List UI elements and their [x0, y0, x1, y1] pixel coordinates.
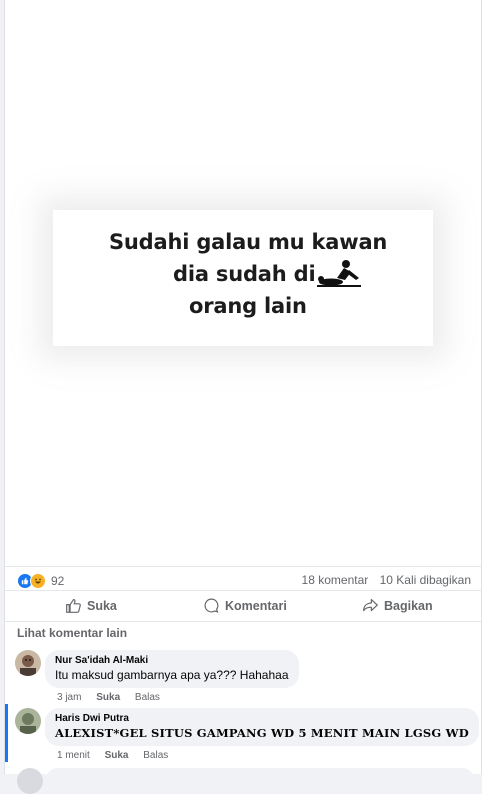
comment-text: ALEXIST*GEL SITUS GAMPANG WD 5 MENIT MAI…	[55, 726, 469, 740]
avatar[interactable]	[15, 650, 41, 676]
massage-emoji-icon	[317, 260, 361, 287]
share-button[interactable]: Bagikan	[362, 597, 433, 614]
comments-count[interactable]: 18 komentar	[302, 573, 369, 587]
comment-bubble: Haris Dwi Putra ALEXIST*GEL SITUS GAMPAN…	[45, 708, 479, 746]
thumbs-up-icon	[66, 598, 81, 613]
shares-count[interactable]: 10 Kali dibagikan	[380, 573, 471, 587]
comment-time[interactable]: 3 jam	[57, 692, 81, 703]
comment-author[interactable]: Haris Dwi Putra	[55, 713, 469, 724]
see-more-comments-link[interactable]: Lihat komentar lain	[17, 626, 127, 640]
comment-reply-button[interactable]: Balas	[143, 750, 168, 761]
comment-meta: 3 jam Suka Balas	[57, 692, 172, 703]
comment-reply-button[interactable]: Balas	[135, 692, 160, 703]
reaction-summary[interactable]: 92	[17, 573, 64, 589]
comment-text: Itu maksud gambarnya apa ya??? Hahahaa	[55, 668, 289, 682]
meme-line-3: orang lain	[189, 294, 307, 318]
meme-line-1: Sudahi galau mu kawan	[109, 230, 388, 254]
new-comment-highlight	[5, 704, 8, 762]
avatar[interactable]	[15, 708, 41, 734]
share-arrow-icon	[363, 598, 378, 612]
comment-meta: 1 menit Suka Balas	[57, 750, 180, 761]
comment-bubble-icon	[204, 598, 219, 613]
like-label: Suka	[87, 598, 117, 613]
meme-graphic: Sudahi galau mu kawan dia sudah di orang…	[53, 210, 433, 346]
avatar[interactable]	[17, 768, 43, 794]
post-stats: 18 komentar 10 Kali dibagikan	[294, 573, 471, 587]
post-image[interactable]: Sudahi galau mu kawan dia sudah di orang…	[5, 0, 481, 567]
comment-button[interactable]: Komentari	[203, 597, 287, 614]
post-action-bar: Suka Komentari Bagikan	[5, 590, 481, 622]
comment-author[interactable]: Nur Sa'idah Al-Maki	[55, 655, 289, 666]
like-button[interactable]: Suka	[65, 597, 117, 614]
comment-bubble: Nur Sa'idah Al-Maki Itu maksud gambarnya…	[45, 650, 299, 688]
comment-time[interactable]: 1 menit	[57, 750, 90, 761]
share-label: Bagikan	[384, 598, 433, 613]
reaction-count: 92	[51, 574, 65, 588]
comment-label: Komentari	[225, 598, 287, 613]
haha-reaction-icon	[30, 573, 46, 589]
post-card: Sudahi galau mu kawan dia sudah di orang…	[4, 0, 482, 794]
comment-bubble	[47, 768, 473, 788]
meme-line-2: dia sudah di	[173, 262, 316, 286]
comment-like-button[interactable]: Suka	[105, 750, 129, 761]
comment-like-button[interactable]: Suka	[96, 692, 120, 703]
